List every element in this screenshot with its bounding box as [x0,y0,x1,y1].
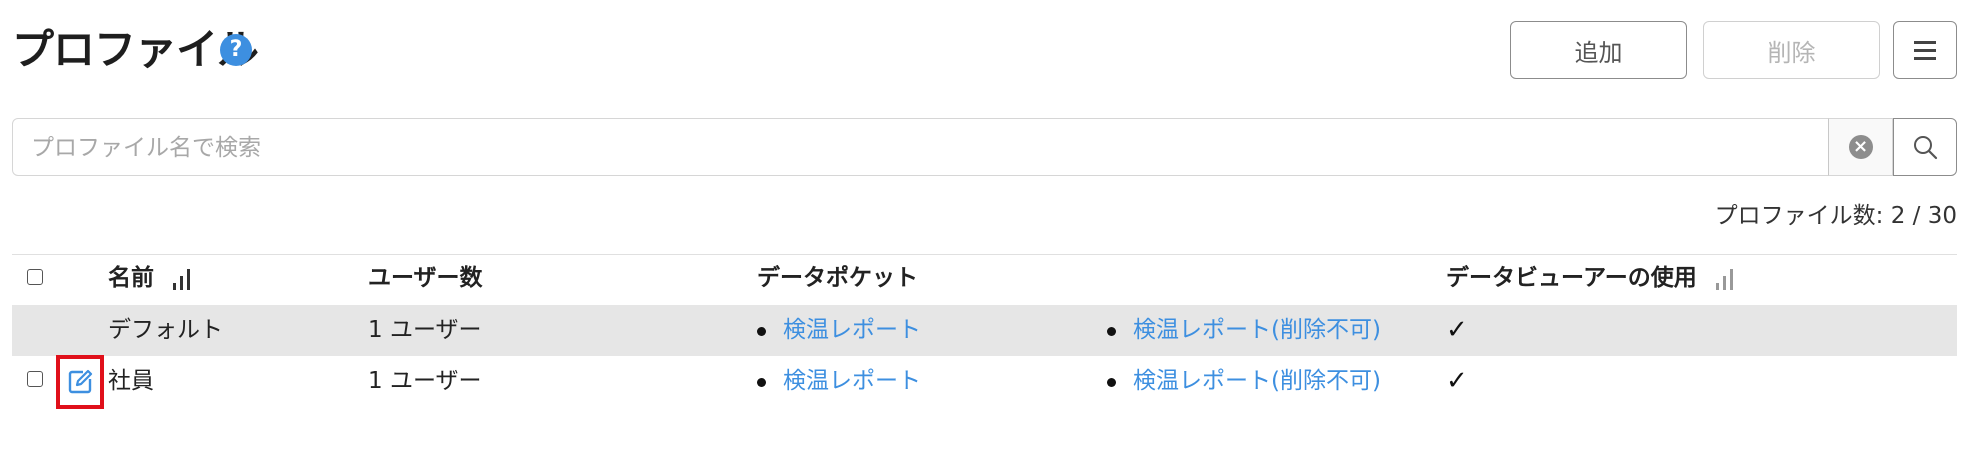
magnifier-icon [1914,136,1938,160]
delete-button[interactable]: 削除 [1703,21,1880,79]
table-row[interactable] [12,305,1957,356]
column-header-users: ユーザー数 [368,265,483,291]
column-header-name[interactable]: 名前 [108,263,192,293]
search-box [12,118,1894,177]
search-input[interactable] [29,119,1833,177]
row-checkbox[interactable] [27,371,43,387]
profile-count: プロファイル数: 2 / 30 [1714,203,1957,229]
edit-button[interactable] [56,355,104,409]
sort-bars-icon[interactable] [172,267,192,291]
pocket-link[interactable]: 検温レポート [783,366,921,396]
checkmark-icon: ✓ [1446,366,1468,396]
search-button[interactable] [1893,118,1957,176]
pocket-link[interactable]: 検温レポート(削除不可) [1133,315,1381,345]
hamburger-menu-icon [1914,40,1936,60]
column-header-name-label: 名前 [108,265,154,291]
pocket-link[interactable]: 検温レポート(削除不可) [1133,366,1381,396]
profile-name: 社員 [108,368,154,394]
bullet-icon [1107,327,1116,336]
column-header-viewer-label: データビューアーの使用 [1446,265,1697,291]
column-header-viewer[interactable]: データビューアーの使用 [1446,263,1735,293]
add-button[interactable]: 追加 [1510,21,1687,79]
edit-icon [68,369,93,394]
clear-circle-icon: × [1848,135,1873,159]
select-all-checkbox[interactable] [27,269,43,285]
bullet-icon [1107,378,1116,387]
bullet-icon [757,327,766,336]
user-count: 1 ユーザー [368,317,482,343]
menu-button[interactable] [1893,21,1957,79]
profile-name: デフォルト [108,317,223,343]
table-header-divider [12,254,1957,255]
checkmark-icon: ✓ [1446,315,1468,345]
clear-search-button[interactable]: × [1828,118,1893,176]
question-circle-icon[interactable]: ? [220,34,252,66]
column-header-pockets: データポケット [757,265,918,291]
user-count: 1 ユーザー [368,368,482,394]
sort-bars-icon[interactable] [1715,267,1735,291]
pocket-link[interactable]: 検温レポート [783,315,921,345]
table-row[interactable] [12,356,1957,407]
bullet-icon [757,378,766,387]
